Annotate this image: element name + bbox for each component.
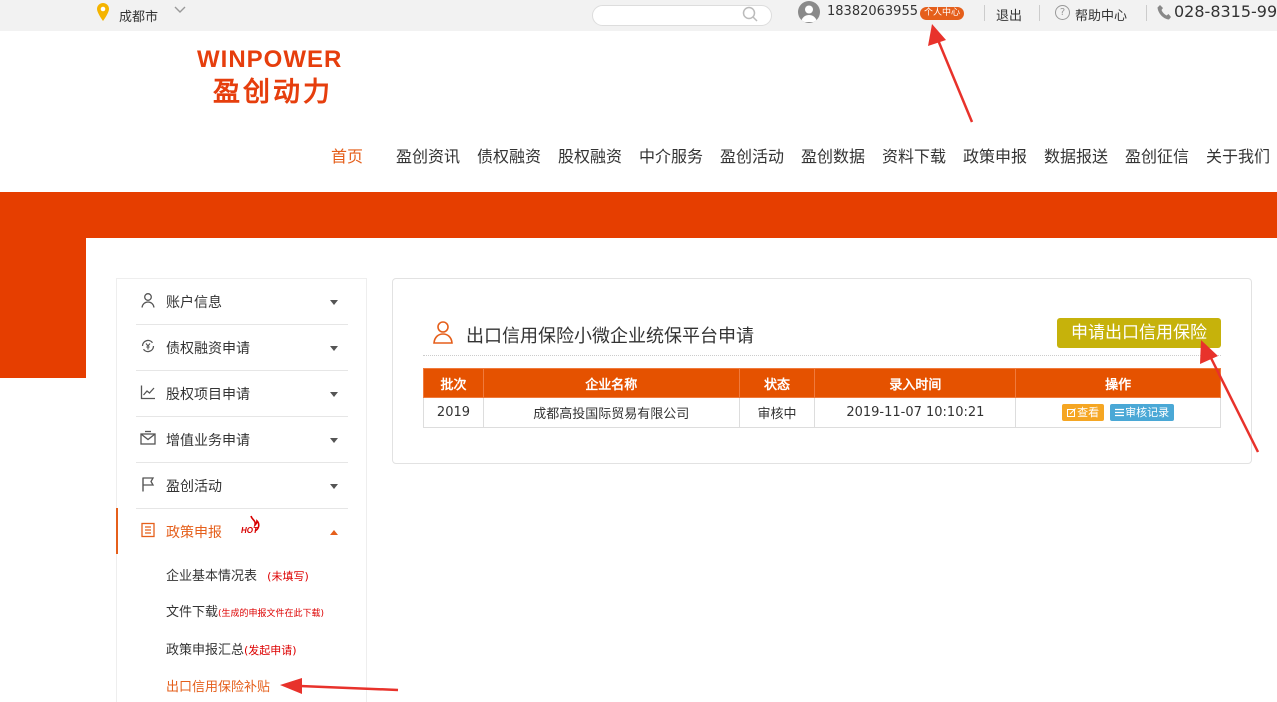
- sidebar-item-equity-application[interactable]: 股权项目申请: [136, 371, 348, 417]
- document-icon: [141, 522, 155, 538]
- nav-debt-financing[interactable]: 债权融资: [477, 143, 541, 167]
- sidebar-item-account[interactable]: 账户信息: [136, 279, 348, 325]
- user-icon: [433, 321, 453, 344]
- cell-time: 2019-11-07 10:10:21: [814, 397, 1017, 428]
- sidebar-item-label: 盈创活动: [166, 479, 222, 495]
- chevron-down-icon[interactable]: [173, 5, 187, 15]
- subnav-note: (发起申请): [244, 644, 297, 657]
- logout-link[interactable]: 退出: [996, 5, 1022, 24]
- nav-data[interactable]: 盈创数据: [801, 143, 865, 167]
- sidebar-item-value-added[interactable]: 增值业务申请: [136, 417, 348, 463]
- column-header: 录入时间: [814, 368, 1017, 398]
- subnav-note: (生成的申报文件在此下载): [218, 609, 325, 619]
- subnav-label: 企业基本情况表: [166, 569, 258, 584]
- chevron-down-icon[interactable]: [330, 438, 338, 443]
- cell-company: 成都高投国际贸易有限公司: [482, 397, 740, 428]
- yen-cycle-icon: [141, 339, 155, 353]
- chevron-down-icon[interactable]: [330, 484, 338, 489]
- subnav-note: (未填写): [267, 570, 309, 583]
- chevron-down-icon[interactable]: [330, 392, 338, 397]
- user-center-badge[interactable]: 个人中心: [920, 7, 965, 20]
- nav-data-submission[interactable]: 数据报送: [1044, 143, 1108, 167]
- subnav-label: 政策申报汇总: [166, 643, 245, 658]
- review-log-button-label: 审核记录: [1125, 406, 1170, 419]
- edit-icon: [1067, 408, 1076, 417]
- subnav-company-info[interactable]: 企业基本情况表 (未填写): [166, 565, 309, 584]
- subnav-label: 文件下载: [166, 605, 219, 620]
- nav-home[interactable]: 首页: [331, 143, 363, 167]
- subnav-label: 出口信用保险补贴: [166, 680, 271, 695]
- city-selector[interactable]: 成都市: [119, 6, 158, 25]
- user-icon: [141, 293, 155, 308]
- nav-equity-financing[interactable]: 股权融资: [558, 143, 622, 167]
- chevron-up-icon[interactable]: [330, 530, 338, 535]
- sidebar-item-debt-application[interactable]: 债权融资申请: [136, 325, 348, 371]
- hot-badge-icon: HOT: [241, 515, 260, 535]
- sidebar-item-activities[interactable]: 盈创活动: [136, 463, 348, 509]
- search-icon[interactable]: [741, 5, 759, 23]
- nav-credit[interactable]: 盈创征信: [1125, 143, 1189, 167]
- nav-policy-declaration[interactable]: 政策申报: [963, 143, 1027, 167]
- table-header-row: 批次 企业名称 状态 录入时间 操作: [423, 368, 1221, 398]
- sidebar-item-label: 增值业务申请: [166, 433, 250, 449]
- nav-news[interactable]: 盈创资讯: [396, 143, 460, 167]
- view-button-label: 查看: [1077, 406, 1100, 419]
- nav-activities[interactable]: 盈创活动: [720, 143, 784, 167]
- cell-actions: 查看 审核记录: [1015, 397, 1221, 428]
- nav-agency-services[interactable]: 中介服务: [639, 143, 703, 167]
- logo-chinese[interactable]: 盈创动力: [213, 70, 333, 109]
- help-icon[interactable]: ?: [1055, 5, 1070, 20]
- sidebar-item-label: 股权项目申请: [166, 387, 250, 403]
- view-button[interactable]: 查看: [1062, 404, 1105, 421]
- column-header: 状态: [738, 368, 816, 398]
- sidebar-item-label: 政策申报: [166, 525, 222, 541]
- subnav-file-download[interactable]: 文件下载(生成的申报文件在此下载): [166, 601, 324, 620]
- phone-icon: [1157, 5, 1171, 20]
- avatar-person-icon: [801, 5, 817, 22]
- chevron-down-icon[interactable]: [330, 346, 338, 351]
- cell-status: 审核中: [738, 397, 816, 428]
- divider: [423, 355, 1221, 356]
- hot-label: HOT: [241, 526, 259, 535]
- application-table: 批次 企业名称 状态 录入时间 操作 2019 成都高投国际贸易有限公司 审核中…: [423, 368, 1221, 428]
- annotation-arrow: [928, 24, 974, 123]
- page-title: 出口信用保险小微企业统保平台申请: [466, 326, 754, 347]
- review-log-button[interactable]: 审核记录: [1110, 404, 1175, 421]
- apply-export-credit-insurance-button[interactable]: 申请出口信用保险: [1057, 318, 1221, 348]
- sidebar-item-label: 债权融资申请: [166, 341, 250, 357]
- column-header: 操作: [1015, 368, 1221, 398]
- divider: [984, 5, 985, 21]
- chart-line-icon: [140, 385, 155, 400]
- chevron-down-icon[interactable]: [330, 300, 338, 305]
- orange-banner-side: [0, 238, 86, 378]
- column-header: 批次: [423, 368, 484, 398]
- flag-icon: [142, 477, 155, 492]
- divider: [1039, 5, 1040, 21]
- sidebar-item-label: 账户信息: [166, 295, 222, 311]
- nav-downloads[interactable]: 资料下载: [882, 143, 946, 167]
- column-header: 企业名称: [482, 368, 740, 398]
- list-icon: [1115, 408, 1125, 417]
- nav-about-us[interactable]: 关于我们: [1206, 143, 1270, 167]
- subnav-export-credit-subsidy[interactable]: 出口信用保险补贴: [166, 676, 270, 695]
- location-pin-icon[interactable]: [97, 3, 109, 21]
- envelope-icon: [140, 430, 156, 445]
- help-center-link[interactable]: 帮助中心: [1075, 5, 1127, 24]
- cell-batch: 2019: [423, 397, 484, 428]
- active-indicator: [116, 508, 118, 554]
- hotline-number: 028-8315-999: [1174, 2, 1277, 21]
- table-row: 2019 成都高投国际贸易有限公司 审核中 2019-11-07 10:10:2…: [423, 397, 1221, 428]
- divider: [1146, 5, 1147, 21]
- subnav-policy-summary[interactable]: 政策申报汇总(发起申请): [166, 639, 297, 658]
- user-phone[interactable]: 18382063955: [827, 4, 918, 19]
- avatar[interactable]: [798, 1, 820, 23]
- orange-banner: [0, 192, 1277, 238]
